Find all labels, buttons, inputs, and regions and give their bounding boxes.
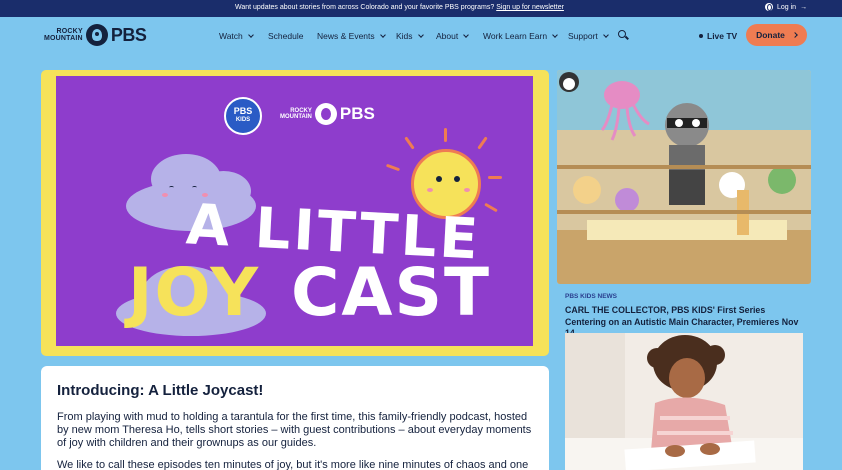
pbs-kids-bottom: KIDS	[235, 117, 251, 123]
nav-item-schedule[interactable]: Schedule	[268, 31, 303, 41]
feature-image[interactable]	[557, 70, 811, 284]
nav-label: About	[436, 31, 459, 41]
chevron-down-icon	[552, 32, 558, 38]
pbs-head-icon	[85, 24, 108, 46]
login-label: Log in	[777, 3, 797, 11]
hero-station-pbs: PBS	[339, 104, 375, 123]
newsletter-signup-link[interactable]: Sign up for newsletter	[496, 4, 564, 11]
nav-item-news-events[interactable]: News & Events	[317, 31, 386, 41]
hero-station-words: ROCKY MOUNTAIN	[280, 108, 312, 121]
hero-title-joy: JOY	[128, 254, 261, 331]
hero-title-cast: CAST	[291, 254, 492, 331]
nav-item-watch[interactable]: Watch	[219, 31, 254, 41]
article-kicker: PBS KIDS NEWS	[565, 293, 618, 300]
nav-item-work-learn-earn[interactable]: Work Learn Earn	[483, 31, 558, 41]
hero-station-logo: ROCKY MOUNTAIN PBS	[280, 103, 375, 125]
search-icon[interactable]	[618, 30, 629, 41]
site-logo[interactable]: ROCKY MOUNTAIN PBS	[44, 23, 147, 47]
nav-item-kids[interactable]: Kids	[396, 31, 424, 41]
top-banner: Want updates about stories from across C…	[0, 0, 842, 17]
hero-image[interactable]: PBS KIDS ROCKY MOUNTAIN PBS A LITTLE JOY…	[41, 70, 549, 356]
live-tv-label: Live TV	[707, 31, 738, 41]
donate-label: Donate	[756, 30, 785, 40]
nav-label: Kids	[396, 31, 413, 41]
nav-label: News & Events	[317, 31, 375, 41]
pbs-kids-logo: PBS KIDS	[224, 97, 262, 135]
carl-the-collector-illustration	[557, 70, 811, 284]
banner-message: Want updates about stories from across C…	[235, 4, 564, 11]
login-arrow-icon: →	[800, 3, 808, 11]
hero-station-line2: MOUNTAIN	[280, 114, 312, 120]
chevron-down-icon	[463, 32, 470, 38]
chevron-down-icon	[379, 32, 386, 38]
login-link[interactable]: Log in →	[765, 3, 807, 11]
article-card: Introducing: A Little Joycast! From play…	[41, 366, 549, 470]
nav-label: Watch	[219, 31, 243, 41]
logo-station-name: ROCKY MOUNTAIN	[44, 28, 83, 42]
donate-button[interactable]: Donate	[746, 24, 807, 46]
hero-artwork: PBS KIDS ROCKY MOUNTAIN PBS A LITTLE JOY…	[56, 76, 533, 346]
nav-label: Schedule	[268, 31, 304, 41]
chevron-down-icon	[417, 32, 424, 38]
live-tv-link[interactable]: Live TV	[699, 31, 737, 41]
globe-icon	[765, 3, 773, 11]
chevron-down-icon	[602, 32, 609, 38]
logo-pbs: PBS	[110, 24, 147, 45]
article-heading: Introducing: A Little Joycast!	[57, 382, 264, 399]
nav-item-about[interactable]: About	[436, 31, 470, 41]
chevron-down-icon	[247, 32, 254, 38]
nav-item-support[interactable]: Support	[568, 31, 609, 41]
logo-line1: ROCKY	[56, 28, 83, 35]
secondary-article-image[interactable]	[565, 333, 803, 470]
article-paragraph-1: From playing with mud to holding a taran…	[57, 411, 532, 449]
pbs-kids-top: PBS	[233, 106, 253, 116]
pbs-head-icon	[314, 103, 337, 125]
nav-label: Support	[568, 31, 598, 41]
live-dot-icon	[699, 34, 703, 38]
article-paragraph-2: We like to call these episodes ten minut…	[57, 459, 529, 470]
chevron-right-icon	[792, 32, 798, 38]
banner-text: Want updates about stories from across C…	[235, 4, 495, 11]
main-nav: ROCKY MOUNTAIN PBS Watch Schedule News &…	[0, 17, 842, 54]
child-drawing-photo	[565, 333, 803, 470]
nav-label: Work Learn Earn	[483, 31, 548, 41]
logo-line2: MOUNTAIN	[44, 35, 83, 42]
